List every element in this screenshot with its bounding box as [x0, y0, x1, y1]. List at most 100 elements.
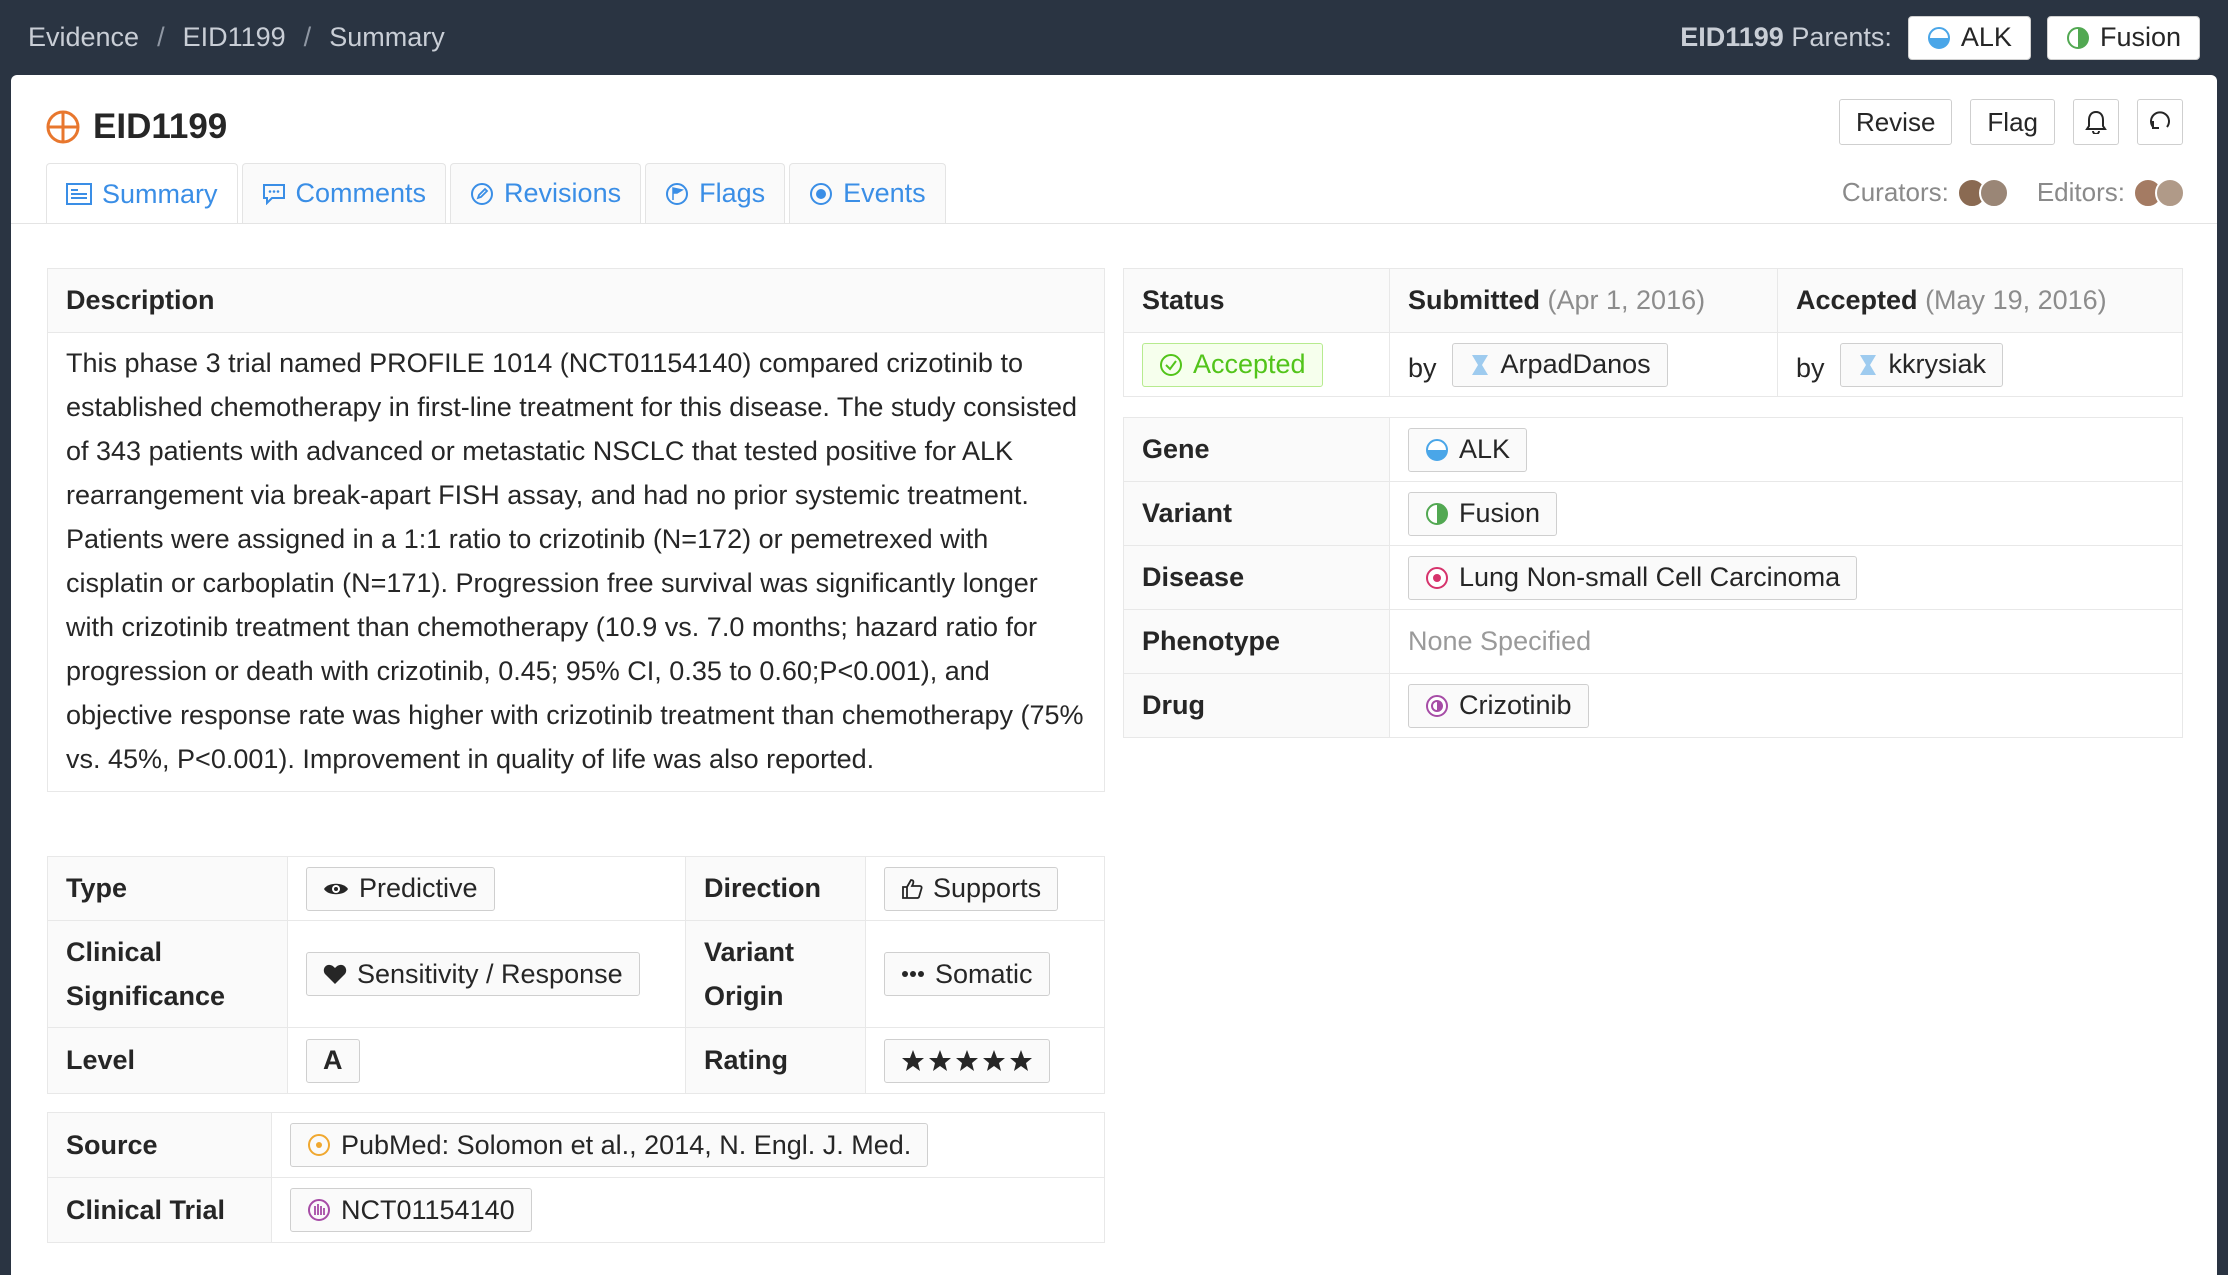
accepted-date: (May 19, 2016) — [1925, 285, 2107, 315]
history-button[interactable] — [2137, 99, 2183, 145]
edit-icon — [471, 182, 494, 205]
submitted-label: Submitted — [1408, 285, 1540, 315]
direction-value: Supports — [933, 873, 1042, 903]
description-header: Description — [47, 268, 1105, 333]
star-icon — [929, 1049, 951, 1071]
rating-tag[interactable] — [884, 1038, 1050, 1083]
disease-icon — [1426, 566, 1448, 589]
bell-icon — [2085, 110, 2107, 134]
flag-button[interactable]: Flag — [1970, 99, 2055, 145]
refresh-icon — [2150, 111, 2170, 129]
curators-avatars — [1956, 177, 2009, 208]
tab-bar: Summary Comments Revisions Flags Events — [46, 163, 946, 224]
source-table: Source PubMed: Solomon et al., 2014, N. … — [47, 1112, 1105, 1243]
ellipsis-icon — [902, 971, 924, 977]
entities-table: Gene ALK Variant Fusion Disease Lung Non… — [1123, 417, 2183, 738]
acceptor-tag[interactable]: kkrysiak — [1839, 342, 2004, 387]
tab-events[interactable]: Events — [789, 163, 946, 223]
heart-icon — [323, 964, 347, 984]
breadcrumb-evidence[interactable]: Evidence — [28, 22, 139, 53]
submitter-name: ArpadDanos — [1500, 349, 1651, 379]
avatar[interactable] — [1978, 177, 2009, 208]
submitter-tag[interactable]: ArpadDanos — [1451, 342, 1668, 387]
avatar[interactable] — [2155, 177, 2185, 208]
clinical-significance-tag[interactable]: Sensitivity / Response — [306, 952, 640, 996]
gene-tag[interactable]: ALK — [1408, 427, 1528, 472]
breadcrumb-separator: / — [157, 22, 165, 52]
type-tag[interactable]: Predictive — [306, 866, 495, 911]
breadcrumb-eid[interactable]: EID1199 — [183, 22, 286, 53]
tab-comments-label: Comments — [295, 178, 427, 208]
status-value: Accepted — [1193, 349, 1306, 379]
breadcrumb: Evidence / EID1199 / Summary — [28, 22, 445, 53]
gene-icon — [1426, 438, 1448, 461]
parent-gene-tag[interactable]: ALK — [1907, 15, 2031, 60]
variant-origin-value: Somatic — [935, 958, 1033, 989]
tab-flags[interactable]: Flags — [645, 163, 786, 223]
source-tag[interactable]: PubMed: Solomon et al., 2014, N. Engl. J… — [290, 1123, 929, 1167]
type-label: Type — [47, 856, 288, 921]
tab-revisions[interactable]: Revisions — [450, 163, 642, 223]
clinical-trial-icon — [308, 1199, 330, 1221]
rating-label: Rating — [685, 1027, 866, 1094]
phenotype-label: Phenotype — [1123, 609, 1390, 674]
page-header: EID1199 — [45, 107, 227, 147]
flag-icon — [666, 182, 689, 205]
type-value: Predictive — [359, 873, 478, 903]
accepted-header: Accepted (May 19, 2016) — [1777, 268, 2183, 333]
variant-origin-label-line1: Variant — [704, 937, 795, 967]
variant-icon — [2066, 26, 2089, 49]
user-icon — [1471, 354, 1488, 375]
status-badge: Accepted — [1142, 342, 1323, 387]
clinical-significance-label: Clinical Significance — [47, 920, 288, 1028]
description-text: This phase 3 trial named PROFILE 1014 (N… — [47, 332, 1105, 792]
submitted-header: Submitted (Apr 1, 2016) — [1389, 268, 1778, 333]
subscribe-button[interactable] — [2073, 99, 2119, 145]
drug-value: Crizotinib — [1459, 690, 1572, 720]
disease-tag[interactable]: Lung Non-small Cell Carcinoma — [1408, 555, 1858, 600]
tab-summary[interactable]: Summary — [46, 163, 238, 224]
parent-variant-tag[interactable]: Fusion — [2046, 15, 2200, 60]
gene-icon — [1927, 26, 1950, 49]
clinical-significance-label-line1: Clinical — [66, 937, 163, 967]
comment-icon — [262, 183, 285, 205]
accepted-label: Accepted — [1796, 285, 1918, 315]
direction-tag[interactable]: Supports — [884, 866, 1059, 911]
variant-icon — [1426, 502, 1448, 525]
variant-origin-label-line2: Origin — [704, 981, 784, 1011]
tab-revisions-label: Revisions — [504, 178, 622, 208]
accepted-by-label: by — [1796, 352, 1825, 383]
direction-label: Direction — [685, 856, 866, 921]
tab-events-label: Events — [843, 178, 926, 208]
clinical-trial-tag[interactable]: NCT01154140 — [290, 1188, 532, 1232]
variant-origin-label: Variant Origin — [685, 920, 866, 1028]
clinical-trial-value: NCT01154140 — [341, 1194, 515, 1225]
gene-value: ALK — [1459, 434, 1511, 464]
user-icon — [1859, 354, 1876, 375]
revise-button[interactable]: Revise — [1838, 99, 1953, 145]
top-bar: Evidence / EID1199 / Summary EID1199 Par… — [0, 0, 2228, 75]
variant-tag[interactable]: Fusion — [1408, 491, 1558, 536]
variant-label: Variant — [1123, 481, 1390, 546]
thumbs-up-icon — [902, 878, 923, 899]
submitted-date: (Apr 1, 2016) — [1547, 285, 1706, 315]
evidence-icon — [46, 110, 80, 144]
tab-comments[interactable]: Comments — [241, 163, 447, 223]
contributors: Curators: Editors: — [1842, 177, 2185, 208]
drug-tag[interactable]: Crizotinib — [1408, 683, 1589, 728]
description-table: Description This phase 3 trial named PRO… — [47, 268, 1105, 792]
phenotype-value: None Specified — [1389, 609, 2183, 674]
parents-label: Parents: — [1791, 22, 1892, 52]
level-tag[interactable]: A — [306, 1038, 360, 1083]
summary-icon — [66, 183, 92, 205]
disease-value: Lung Non-small Cell Carcinoma — [1459, 562, 1841, 592]
star-icon — [1010, 1049, 1032, 1071]
acceptor-name: kkrysiak — [1888, 349, 1987, 379]
variant-origin-tag[interactable]: Somatic — [884, 952, 1050, 996]
source-icon — [308, 1134, 330, 1156]
breadcrumb-summary: Summary — [329, 22, 445, 52]
clinical-significance-label-line2: Significance — [66, 981, 226, 1011]
parents-bar: EID1199 Parents: ALK Fusion — [1680, 15, 2200, 60]
editors-avatars — [2133, 177, 2185, 208]
source-value: PubMed: Solomon et al., 2014, N. Engl. J… — [341, 1129, 912, 1160]
